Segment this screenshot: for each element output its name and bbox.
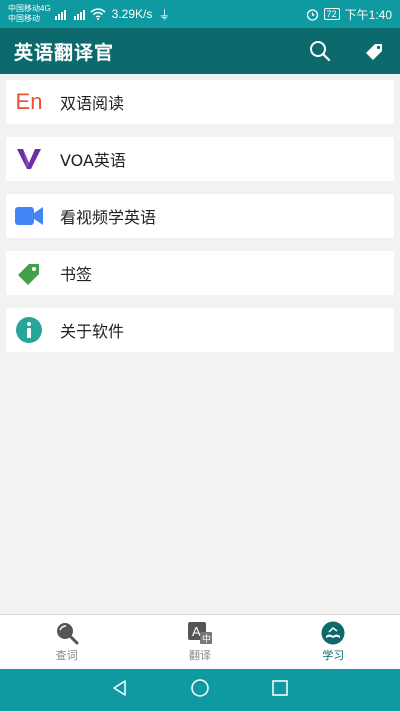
clock: 下午1:40 [344,7,392,22]
tab-label: 查词 [55,649,78,662]
menu-item-video[interactable]: 看视频学英语 [6,194,394,238]
battery-icon: 72 [323,8,340,20]
study-icon [321,621,345,645]
net-speed: 3.29K/s [111,7,153,21]
voa-icon [14,144,44,174]
tab-lookup[interactable]: 查词 [0,615,133,669]
translate-icon: A 中 [187,622,212,645]
carrier-1: 中国移动4G [8,4,51,13]
menu-item-about[interactable]: 关于软件 [6,308,394,352]
search-icon [310,41,331,62]
menu-item-label: 看视频学英语 [60,208,157,227]
tab-label: 翻译 [188,649,211,662]
menu-list: En 双语阅读 VOA英语 看视频学英语 书签 关于软件 [6,80,394,365]
bookmark-tag-icon [14,258,44,288]
recents-button[interactable] [271,679,289,701]
menu-item-voa[interactable]: VOA英语 [6,137,394,181]
lookup-icon [56,623,79,645]
menu-item-label: 双语阅读 [60,94,125,113]
bottom-nav: 查词 A 中 翻译 学习 [0,614,400,669]
system-nav-bar [0,669,400,711]
app-title: 英语翻译官 [14,41,115,64]
tab-study[interactable]: 学习 [267,615,400,669]
home-button[interactable] [190,678,210,702]
tab-label: 学习 [322,649,345,662]
signal-icon [54,8,66,20]
home-icon [191,679,209,697]
recents-icon [272,680,289,696]
info-icon [14,315,44,345]
svg-text:中: 中 [202,633,211,645]
back-icon [112,680,126,696]
bookmark-button[interactable] [362,39,386,63]
menu-item-label: 书签 [60,265,93,284]
tab-translate[interactable]: A 中 翻译 [133,615,266,669]
wifi-icon [90,8,106,20]
usb-icon: ⏚ [158,7,171,22]
carrier-info: 中国移动4G 中国移动 [8,4,51,24]
alarm-icon [306,8,318,21]
en-icon: En [15,89,43,114]
menu-item-label: VOA英语 [60,151,126,170]
menu-item-bilingual-reading[interactable]: En 双语阅读 [6,80,394,124]
menu-item-bookmarks[interactable]: 书签 [6,251,394,295]
menu-item-label: 关于软件 [60,322,125,341]
signal-icon [73,8,85,20]
video-camera-icon [14,201,44,231]
svg-text:A: A [192,624,201,639]
carrier-2: 中国移动 [8,14,40,23]
tag-icon [366,44,382,60]
status-bar: 中国移动4G 中国移动 3.29K/s ⏚ 72 下午1:40 [0,0,400,28]
app-actions [308,39,386,63]
search-button[interactable] [308,39,332,63]
back-button[interactable] [111,679,129,701]
status-right: 72 下午1:40 [306,6,392,23]
app-bar: 英语翻译官 [0,28,400,74]
